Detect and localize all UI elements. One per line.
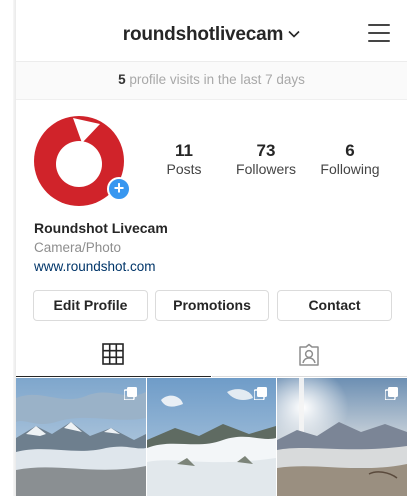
followers-count: 73 — [256, 141, 276, 160]
post-thumbnail-3[interactable] — [277, 378, 407, 496]
hamburger-menu-icon[interactable] — [368, 24, 390, 42]
promotions-button[interactable]: Promotions — [155, 290, 269, 321]
profile-category: Camera/Photo — [34, 240, 122, 255]
following-label: Following — [320, 161, 380, 177]
carousel-icon — [254, 387, 267, 400]
visits-text: profile visits in the last 7 days — [129, 72, 305, 87]
posts-grid — [16, 378, 407, 496]
tagged-person-icon — [299, 343, 319, 366]
edit-profile-button[interactable]: Edit Profile — [33, 290, 148, 321]
posts-stat[interactable]: 11 Posts — [162, 141, 206, 178]
followers-label: Followers — [236, 161, 296, 177]
tab-grid[interactable] — [16, 333, 211, 377]
profile-name: Roundshot Livecam — [34, 220, 168, 236]
account-switcher[interactable]: roundshotlivecam — [16, 22, 407, 46]
posts-count: 11 — [175, 141, 193, 160]
profile-tabs — [16, 333, 407, 377]
post-thumbnail-2[interactable] — [147, 378, 276, 496]
visits-count: 5 — [118, 72, 126, 87]
following-count: 6 — [345, 141, 355, 160]
chevron-down-icon — [288, 22, 300, 44]
username: roundshotlivecam — [122, 24, 284, 45]
carousel-icon — [124, 387, 137, 400]
add-story-button[interactable]: + — [107, 177, 131, 201]
followers-stat[interactable]: 73 Followers — [231, 141, 301, 178]
profile-visits-banner[interactable]: 5 profile visits in the last 7 days — [16, 62, 407, 100]
carousel-icon — [385, 387, 398, 400]
instagram-profile-screen: roundshotlivecam 5 profile visits in the… — [16, 0, 407, 496]
post-thumbnail-1[interactable] — [16, 378, 146, 496]
tab-tagged[interactable] — [212, 333, 407, 377]
contact-button[interactable]: Contact — [277, 290, 392, 321]
posts-label: Posts — [166, 161, 202, 177]
top-bar: roundshotlivecam — [16, 0, 407, 62]
following-stat[interactable]: 6 Following — [314, 141, 386, 178]
grid-icon — [102, 343, 124, 365]
website-link[interactable]: www.roundshot.com — [34, 259, 156, 274]
